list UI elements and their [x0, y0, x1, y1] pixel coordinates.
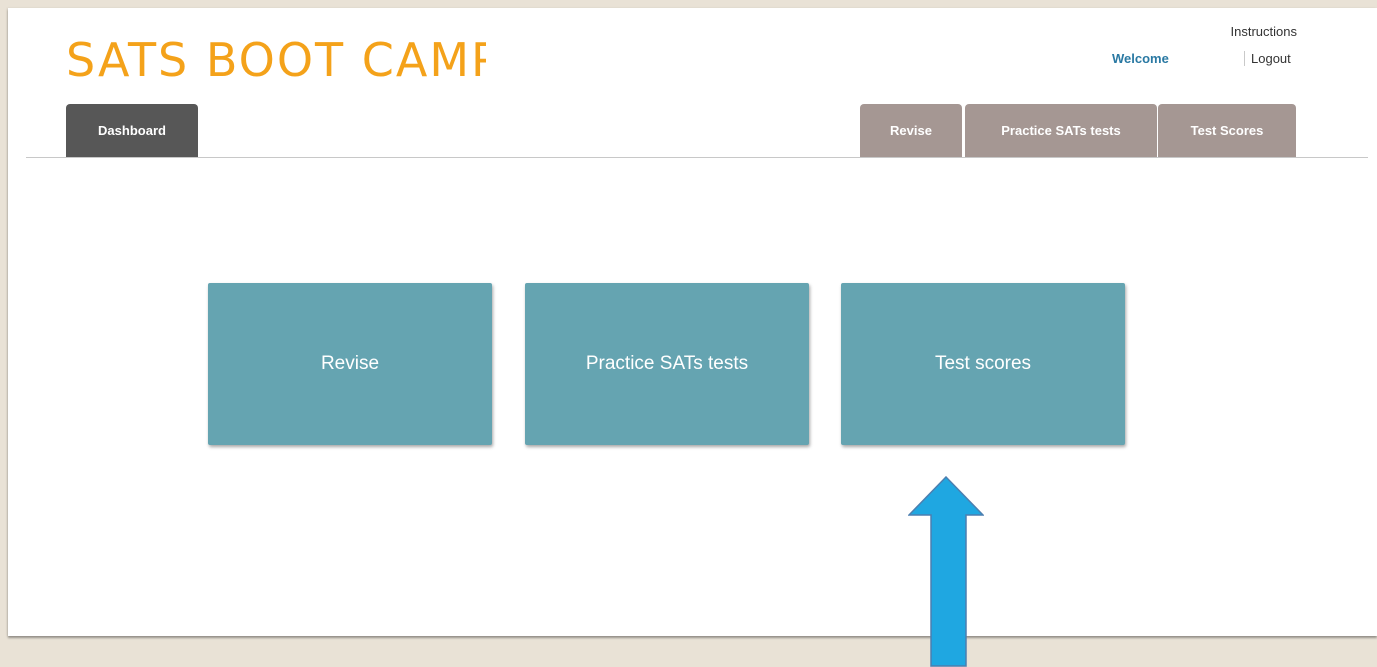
test-scores-tile[interactable]: Test scores	[841, 283, 1125, 445]
page-frame: SATS BOOT CAMP Instructions Welcome Logo…	[8, 8, 1377, 636]
logout-link[interactable]: Logout	[1244, 51, 1291, 66]
welcome-link[interactable]: Welcome	[1112, 51, 1169, 66]
tab-practice-sats-tests[interactable]: Practice SATs tests	[965, 104, 1157, 157]
up-arrow-icon	[908, 476, 984, 667]
tab-dashboard[interactable]: Dashboard	[66, 104, 198, 157]
tab-revise[interactable]: Revise	[860, 104, 962, 157]
logo-text: SATS BOOT CAMP	[66, 33, 486, 87]
nav-divider	[26, 157, 1368, 158]
tab-test-scores[interactable]: Test Scores	[1158, 104, 1296, 157]
instructions-link[interactable]: Instructions	[1231, 24, 1297, 39]
revise-tile[interactable]: Revise	[208, 283, 492, 445]
logo[interactable]: SATS BOOT CAMP	[66, 28, 486, 88]
up-arrow-shape	[908, 476, 984, 667]
practice-sats-tests-tile[interactable]: Practice SATs tests	[525, 283, 809, 445]
